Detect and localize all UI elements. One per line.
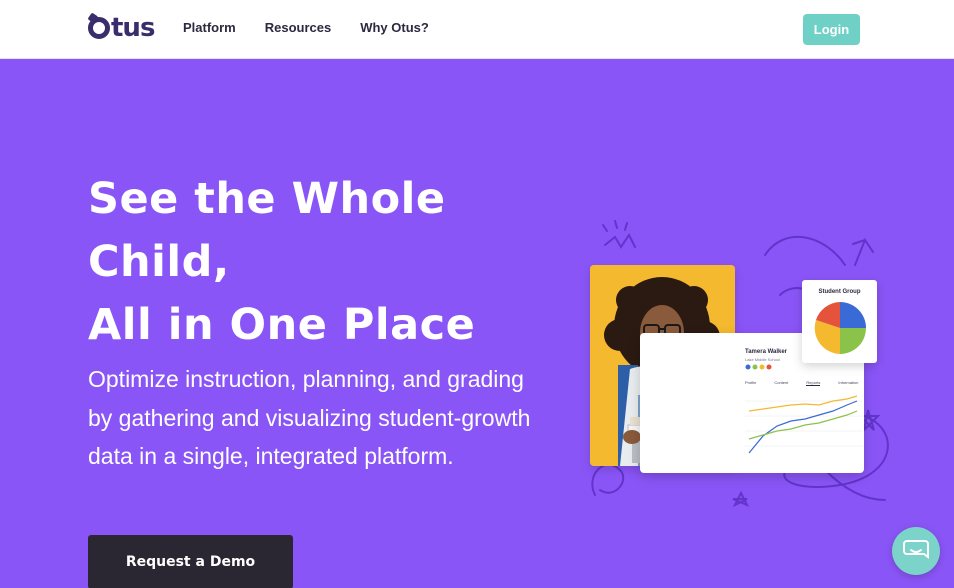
request-demo-button[interactable]: Request a Demo: [88, 535, 293, 588]
tab-content: Content: [774, 380, 789, 385]
student-name: Tamera Walker: [745, 349, 788, 355]
dashboard-tabs: Profile Content Reports Information: [745, 380, 858, 386]
chat-bubble-icon: [903, 540, 929, 559]
otus-logo-mark: [88, 17, 110, 39]
nav-why-otus[interactable]: Why Otus?: [360, 20, 429, 35]
nav-resources[interactable]: Resources: [265, 20, 331, 35]
tab-reports: Reports: [806, 380, 821, 386]
login-button[interactable]: Login: [803, 14, 860, 45]
hero-title: See the Whole Child, All in One Place: [88, 168, 558, 357]
hero-title-line: Child,: [88, 237, 230, 287]
growth-line-chart: [745, 395, 863, 454]
otus-logo[interactable]: tus: [88, 12, 155, 44]
nav-platform[interactable]: Platform: [183, 20, 236, 35]
student-school: Lake Middle School: [745, 357, 780, 362]
hero-title-line: See the Whole: [88, 174, 446, 224]
logo-text: tus: [111, 13, 155, 43]
tab-profile: Profile: [745, 380, 757, 385]
status-dots: [745, 364, 772, 370]
tab-information: Information: [838, 380, 859, 385]
student-group-pie: [814, 302, 866, 354]
hero-title-line: All in One Place: [88, 300, 476, 350]
chat-button[interactable]: [892, 527, 940, 575]
student-group-card: Student Group: [802, 280, 877, 363]
hero-subtitle: Optimize instruction, planning, and grad…: [88, 366, 531, 469]
main-nav: Platform Resources Why Otus?: [183, 20, 429, 35]
hero-illustration: Tamera Walker Lake Middle School Profile…: [585, 215, 905, 525]
site-header: tus Platform Resources Why Otus? Login: [0, 0, 954, 59]
pie-title: Student Group: [818, 289, 861, 295]
